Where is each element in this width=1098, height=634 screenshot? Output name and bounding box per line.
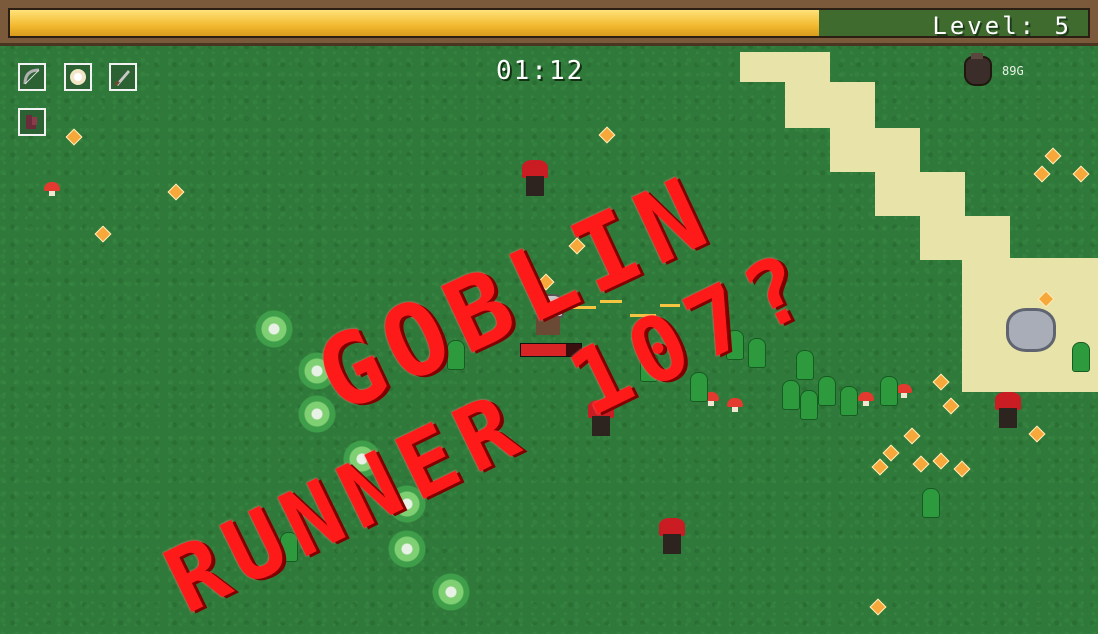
xp-gem (167, 183, 185, 201)
weapon-slot-boots (18, 108, 46, 136)
bow-icon (23, 68, 40, 85)
green-goblin (840, 386, 858, 416)
sand-path (920, 216, 1010, 260)
green-goblin (1072, 342, 1090, 372)
weapon-slot-burst (64, 63, 92, 91)
xp-gem (1028, 425, 1046, 443)
xp-gem (942, 397, 960, 415)
gold-counter: 89G (964, 53, 1024, 86)
mushroom (858, 392, 874, 406)
sand-path (740, 52, 830, 82)
sand-path (875, 172, 965, 216)
boots-icon (26, 115, 37, 129)
green-goblin (880, 376, 898, 406)
level-label: Level: 5 (932, 12, 1072, 38)
weapon-slot-dagger (109, 63, 137, 91)
xp-gem (953, 460, 971, 478)
flower-plant (432, 573, 470, 611)
burst-icon (70, 69, 86, 85)
boulder (1006, 308, 1056, 352)
mushroom (896, 384, 912, 398)
xp-gem (1072, 165, 1090, 183)
xp-gem (871, 458, 889, 476)
weapon-slot-bow (18, 63, 46, 91)
xp-gem (65, 128, 83, 146)
xp-bar-frame: Level: 5 (0, 0, 1098, 46)
coin-bag-icon (964, 53, 992, 86)
flower-plant (298, 395, 336, 433)
green-goblin (782, 380, 800, 410)
xp-gem (94, 225, 112, 243)
red-hood-goblin (520, 160, 550, 196)
xp-gem (869, 598, 887, 616)
green-goblin (922, 488, 940, 518)
gold-amount: 89G (1002, 64, 1024, 78)
red-hood-goblin (993, 392, 1023, 428)
sand-path (830, 128, 920, 172)
flower-plant (255, 310, 293, 348)
xp-gem (1044, 147, 1062, 165)
xp-bar: Level: 5 (8, 8, 1090, 38)
xp-gem (912, 455, 930, 473)
dagger-icon (114, 70, 130, 87)
red-hood-goblin (657, 518, 687, 554)
xp-gem (598, 126, 616, 144)
xp-gem (882, 444, 900, 462)
xp-gem (932, 452, 950, 470)
xp-gem (903, 427, 921, 445)
green-goblin (818, 376, 836, 406)
xp-gem (932, 373, 950, 391)
xp-gem (1033, 165, 1051, 183)
mushroom (44, 182, 60, 196)
survival-timer: 01:12 (496, 56, 585, 86)
xp-bar-fill (10, 10, 819, 36)
green-goblin (800, 390, 818, 420)
mushroom (727, 398, 743, 412)
green-goblin (796, 350, 814, 380)
sand-path (785, 82, 875, 128)
